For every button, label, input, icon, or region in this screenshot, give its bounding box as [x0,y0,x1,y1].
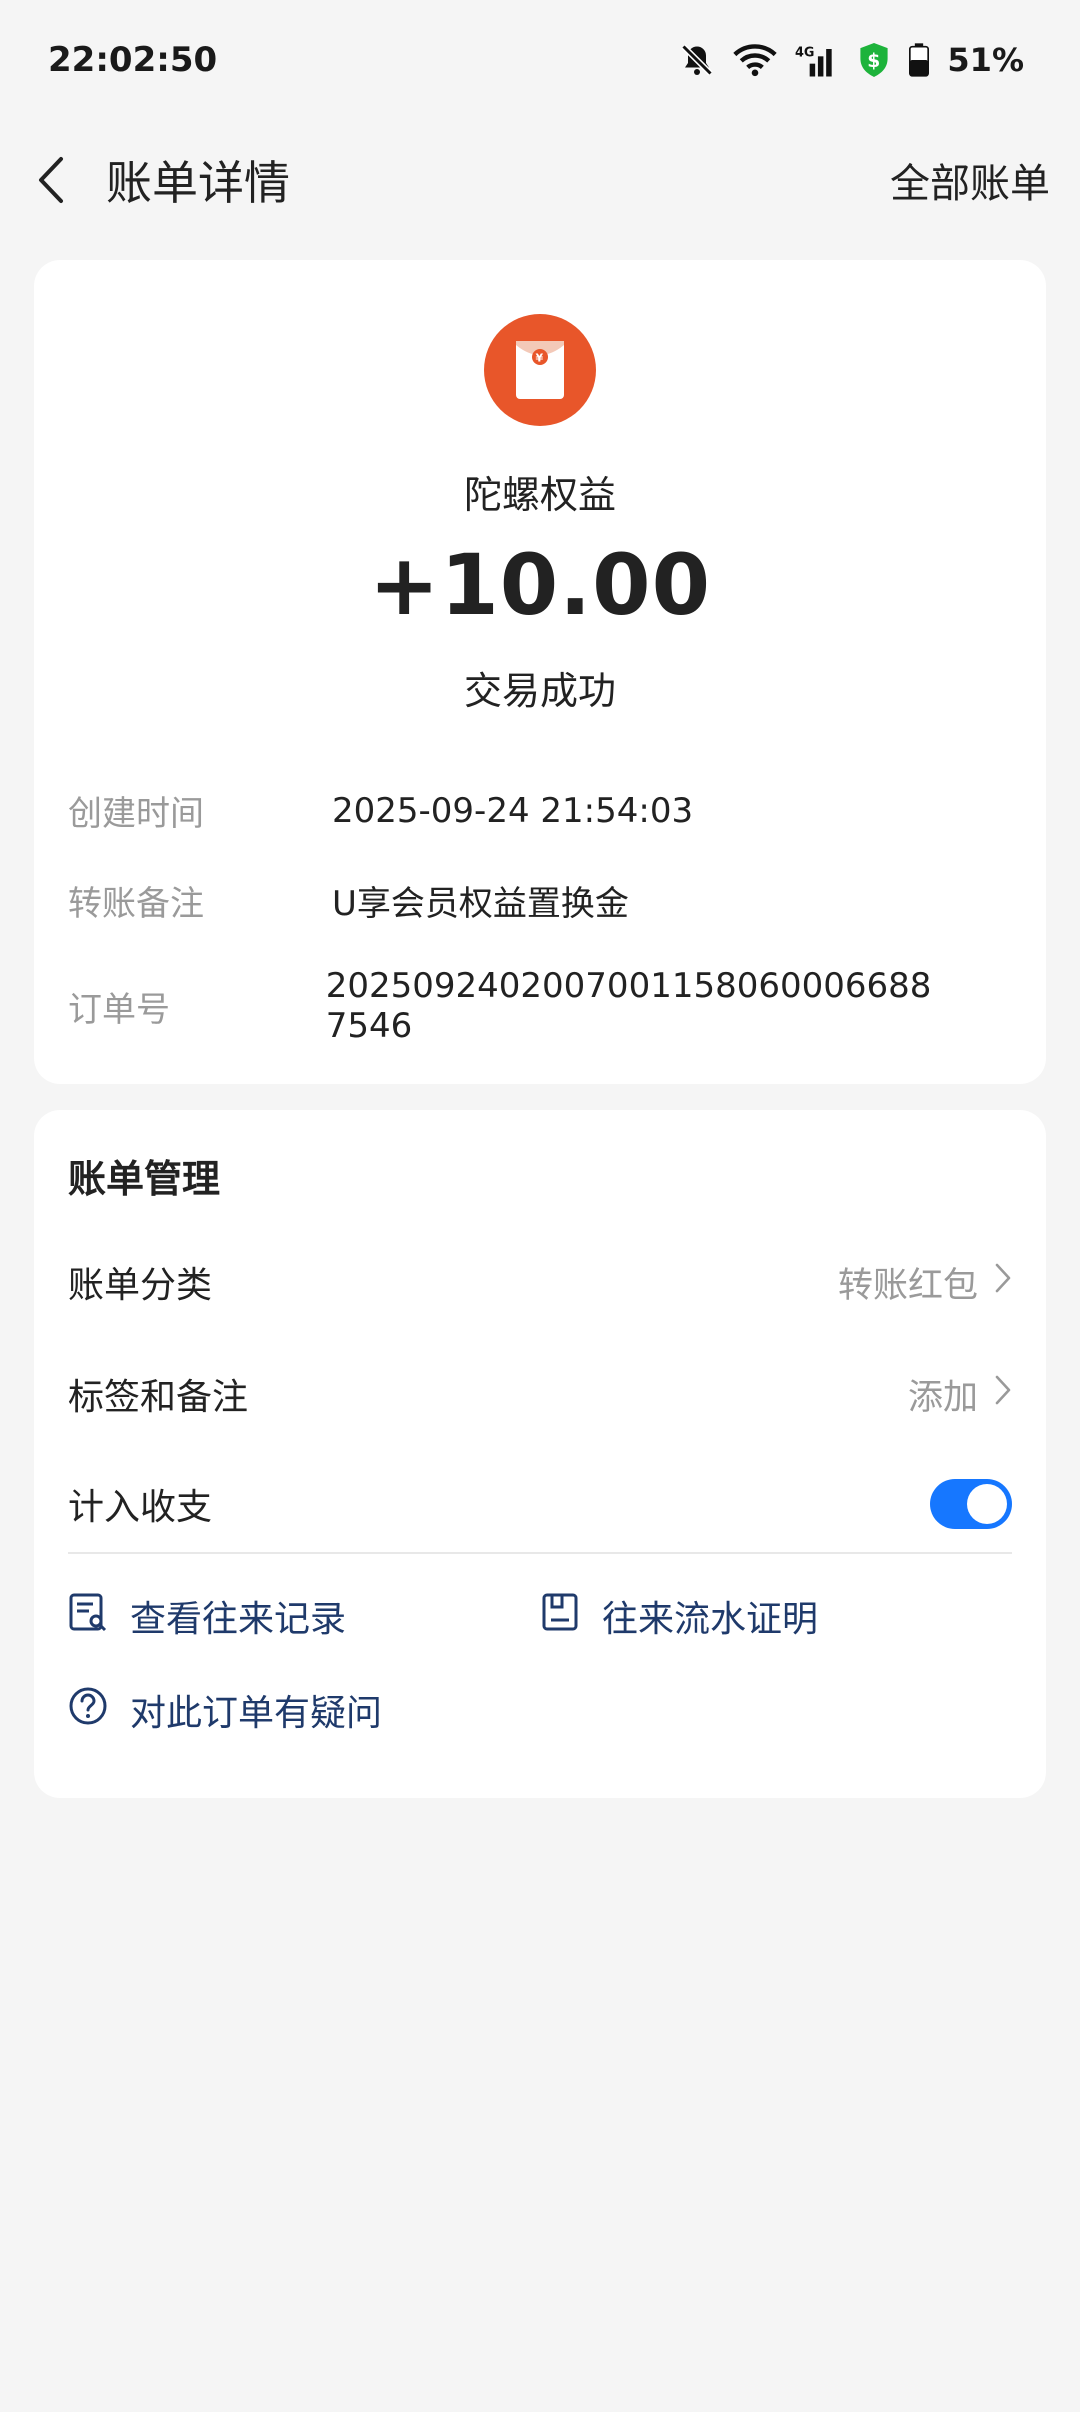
bill-card: ¥ 陀螺权益 +10.00 交易成功 创建时间 2025-09-24 21:54… [34,260,1046,1084]
svg-text:¥: ¥ [536,352,544,365]
detail-label: 订单号 [68,989,170,1030]
chevron-right-icon [994,1374,1012,1415]
row-value: 添加 [907,1377,978,1418]
section-title: 账单管理 [68,1157,221,1201]
link-label: 查看往来记录 [130,1599,347,1640]
records-list-icon [68,1592,108,1641]
bill-management-card: 账单管理 账单分类 转账红包 标签和备注 添加 计入收支 查看往来记录 往来流水… [34,1110,1046,1798]
order-question-link[interactable]: 对此订单有疑问 [68,1684,382,1736]
battery-percent: 51% [947,41,1024,79]
row-label: 计入收支 [68,1487,213,1528]
bill-category-row[interactable]: 账单分类 转账红包 [68,1242,1012,1322]
detail-row-order-number: 订单号 2025092402007001158060006688 7546 [68,966,1012,1046]
security-shield-icon: $ [857,41,891,79]
link-label: 对此订单有疑问 [130,1693,383,1734]
detail-row-created-time: 创建时间 2025-09-24 21:54:03 [68,786,1012,835]
document-icon [540,1592,580,1641]
status-time: 22:02:50 [48,40,218,80]
row-value: 转账红包 [837,1265,978,1306]
red-packet-logo: ¥ [484,314,596,426]
toggle-knob [967,1484,1007,1524]
detail-value[interactable]: 2025092402007001158060006688 7546 [326,966,1012,1046]
detail-value: U享会员权益置换金 [332,884,629,924]
link-label: 往来流水证明 [602,1599,819,1640]
count-in-balance-row: 计入收支 [68,1464,1012,1544]
divider [68,1552,1012,1554]
mute-icon [679,42,715,78]
wifi-icon [733,43,778,77]
detail-value: 2025-09-24 21:54:03 [332,790,694,831]
transaction-status: 交易成功 [463,669,616,713]
amount: +10.00 [368,536,712,634]
header: 账单详情 全部账单 [0,130,1080,230]
row-label: 标签和备注 [68,1377,249,1418]
all-bills-link[interactable]: 全部账单 [890,151,1050,209]
row-label: 账单分类 [68,1265,213,1306]
merchant-name: 陀螺权益 [463,473,616,517]
detail-label: 转账备注 [68,884,204,924]
chevron-right-icon [994,1262,1012,1303]
battery-icon [909,43,930,77]
page-title: 账单详情 [106,156,290,210]
tag-remark-row[interactable]: 标签和备注 添加 [68,1354,1012,1434]
count-in-balance-toggle[interactable] [930,1479,1012,1529]
detail-label: 创建时间 [68,794,204,834]
flow-proof-link[interactable]: 往来流水证明 [540,1590,818,1642]
status-bar: 22:02:50 4G $ 51% [0,0,1080,120]
svg-text:4G: 4G [795,45,814,60]
detail-row-remark: 转账备注 U享会员权益置换金 [68,876,1012,925]
view-records-link[interactable]: 查看往来记录 [68,1590,346,1642]
svg-text:$: $ [868,51,881,72]
back-icon[interactable] [32,150,72,210]
question-circle-icon [68,1686,108,1735]
signal-icon: 4G [795,43,839,77]
status-icons: 4G $ 51% [679,41,1024,79]
